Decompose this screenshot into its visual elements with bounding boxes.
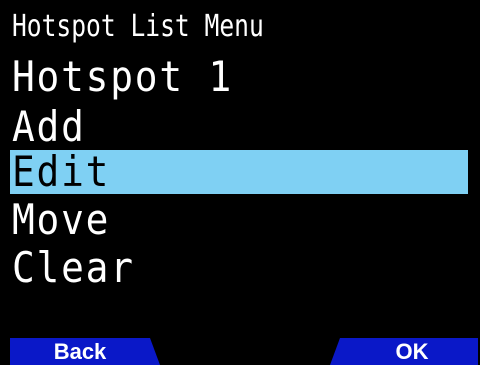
menu-item-label: Move: [12, 195, 111, 244]
menu-item-label: Add: [12, 102, 86, 151]
menu-item-label: Clear: [12, 243, 135, 292]
menu-item-add[interactable]: Add: [10, 105, 468, 149]
menu-item-edit[interactable]: Edit: [10, 150, 468, 194]
menu-item-move[interactable]: Move: [10, 198, 468, 242]
hotspot-title: Hotspot 1: [12, 52, 234, 101]
menu-item-label: Edit: [12, 147, 111, 196]
menu-item-clear[interactable]: Clear: [10, 246, 468, 290]
back-softkey[interactable]: Back: [10, 338, 160, 365]
ok-softkey-label: OK: [395, 339, 429, 364]
display-screen: Hotspot List Menu Hotspot 1 Add Edit Mov…: [0, 0, 480, 365]
screen-header: Hotspot List Menu: [12, 9, 264, 44]
ok-softkey[interactable]: OK: [330, 338, 478, 365]
back-softkey-label: Back: [53, 339, 107, 364]
